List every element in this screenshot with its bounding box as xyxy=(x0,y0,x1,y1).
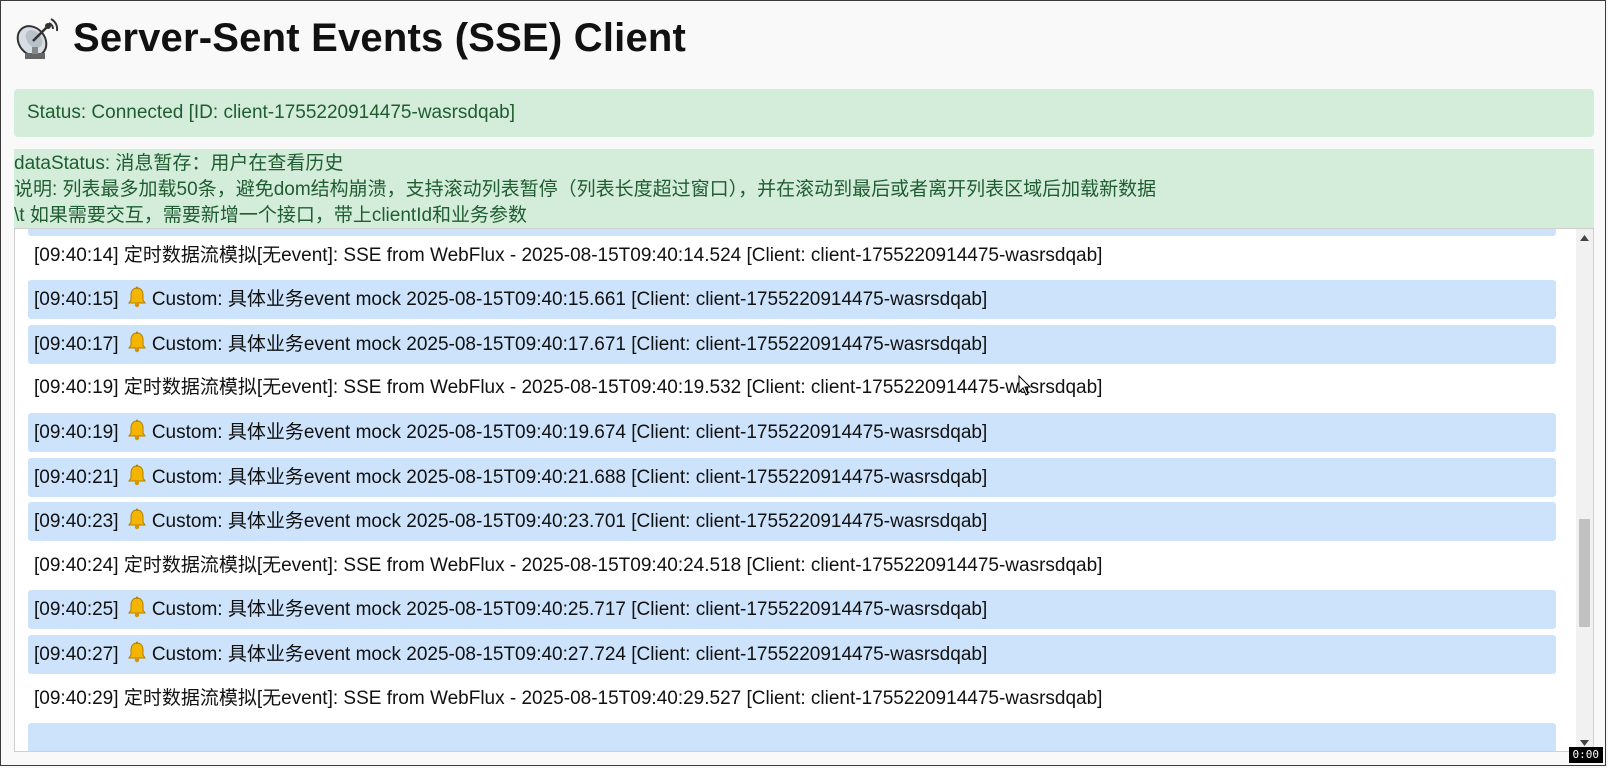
message-time: [09:40:17] xyxy=(34,334,119,355)
message-time: [09:40:15] xyxy=(34,289,119,310)
message-time: [09:40:21] xyxy=(34,467,119,488)
satellite-antenna-icon xyxy=(16,18,59,59)
message-time: [09:40:27] xyxy=(34,644,119,665)
message-time: [09:40:24] xyxy=(34,555,119,576)
custom-event-message: [09:40:19] Custom: 具体业务event mock 2025-0… xyxy=(28,413,1556,452)
bell-icon xyxy=(126,593,148,618)
message-time: [09:40:25] xyxy=(34,599,119,620)
app-window: Server-Sent Events (SSE) Client Status: … xyxy=(0,0,1606,766)
page-header: Server-Sent Events (SSE) Client xyxy=(15,13,686,63)
interaction-note-line: \t 如果需要交互，需要新增一个接口，带上clientId和业务参数 xyxy=(14,205,528,226)
custom-event-message: [09:40:27] Custom: 具体业务event mock 2025-0… xyxy=(28,635,1556,674)
timer-event-message: [09:40:19] 定时数据流模拟[无event]: SSE from Web… xyxy=(28,368,1556,407)
data-status-line: dataStatus: 消息暂存：用户在查看历史 xyxy=(14,153,344,174)
bell-icon xyxy=(126,416,148,441)
message-text: 定时数据流模拟[无event]: SSE from WebFlux - 2025… xyxy=(123,245,1103,266)
message-text: 定时数据流模拟[无event]: SSE from WebFlux - 2025… xyxy=(123,377,1103,398)
custom-event-message: [09:40:17] Custom: 具体业务event mock 2025-0… xyxy=(28,325,1556,364)
bell-icon xyxy=(126,328,148,353)
page-title: Server-Sent Events (SSE) Client xyxy=(73,15,687,60)
message-time: [09:40:14] xyxy=(34,245,119,266)
bell-icon xyxy=(126,505,148,530)
scrollbar-thumb[interactable] xyxy=(1579,519,1590,627)
message-text: Custom: 具体业务event mock 2025-08-15T09:40:… xyxy=(151,334,988,355)
message-list[interactable]: [09:40:14] 定时数据流模拟[无event]: SSE from Web… xyxy=(14,228,1594,752)
scroll-up-arrow-icon[interactable] xyxy=(1576,229,1593,246)
description-line: 说明: 列表最多加载50条，避免dom结构崩溃，支持滚动列表暂停（列表长度超过窗… xyxy=(14,179,1157,200)
timer-event-message: [09:40:14] 定时数据流模拟[无event]: SSE from Web… xyxy=(28,236,1556,275)
message-time: [09:40:19] xyxy=(34,422,119,443)
partial-list-item xyxy=(28,723,1556,751)
data-status-panel: dataStatus: 消息暂存：用户在查看历史说明: 列表最多加载50条，避免… xyxy=(14,149,1594,229)
bell-icon xyxy=(126,461,148,486)
message-text: Custom: 具体业务event mock 2025-08-15T09:40:… xyxy=(151,644,988,665)
vertical-scrollbar[interactable] xyxy=(1576,229,1593,751)
mouse-cursor-icon xyxy=(1018,375,1032,396)
bell-icon xyxy=(126,283,148,308)
connection-status-banner: Status: Connected [ID: client-1755220914… xyxy=(14,89,1594,137)
message-text: 定时数据流模拟[无event]: SSE from WebFlux - 2025… xyxy=(123,555,1103,576)
message-text: Custom: 具体业务event mock 2025-08-15T09:40:… xyxy=(151,422,988,443)
recording-timer: 0:00 xyxy=(1568,747,1603,763)
custom-event-message: [09:40:15] Custom: 具体业务event mock 2025-0… xyxy=(28,280,1556,319)
custom-event-message: [09:40:21] Custom: 具体业务event mock 2025-0… xyxy=(28,458,1556,497)
message-text: Custom: 具体业务event mock 2025-08-15T09:40:… xyxy=(151,599,988,620)
bell-icon xyxy=(126,638,148,663)
message-text: Custom: 具体业务event mock 2025-08-15T09:40:… xyxy=(151,289,988,310)
message-text: Custom: 具体业务event mock 2025-08-15T09:40:… xyxy=(151,511,988,532)
partial-list-item xyxy=(28,229,1556,236)
message-time: [09:40:19] xyxy=(34,377,119,398)
timer-event-message: [09:40:29] 定时数据流模拟[无event]: SSE from Web… xyxy=(28,679,1556,718)
timer-event-message: [09:40:24] 定时数据流模拟[无event]: SSE from Web… xyxy=(28,546,1556,585)
message-time: [09:40:23] xyxy=(34,511,119,532)
message-text: Custom: 具体业务event mock 2025-08-15T09:40:… xyxy=(151,467,988,488)
custom-event-message: [09:40:25] Custom: 具体业务event mock 2025-0… xyxy=(28,590,1556,629)
message-text: 定时数据流模拟[无event]: SSE from WebFlux - 2025… xyxy=(123,688,1103,709)
message-time: [09:40:29] xyxy=(34,688,119,709)
custom-event-message: [09:40:23] Custom: 具体业务event mock 2025-0… xyxy=(28,502,1556,541)
